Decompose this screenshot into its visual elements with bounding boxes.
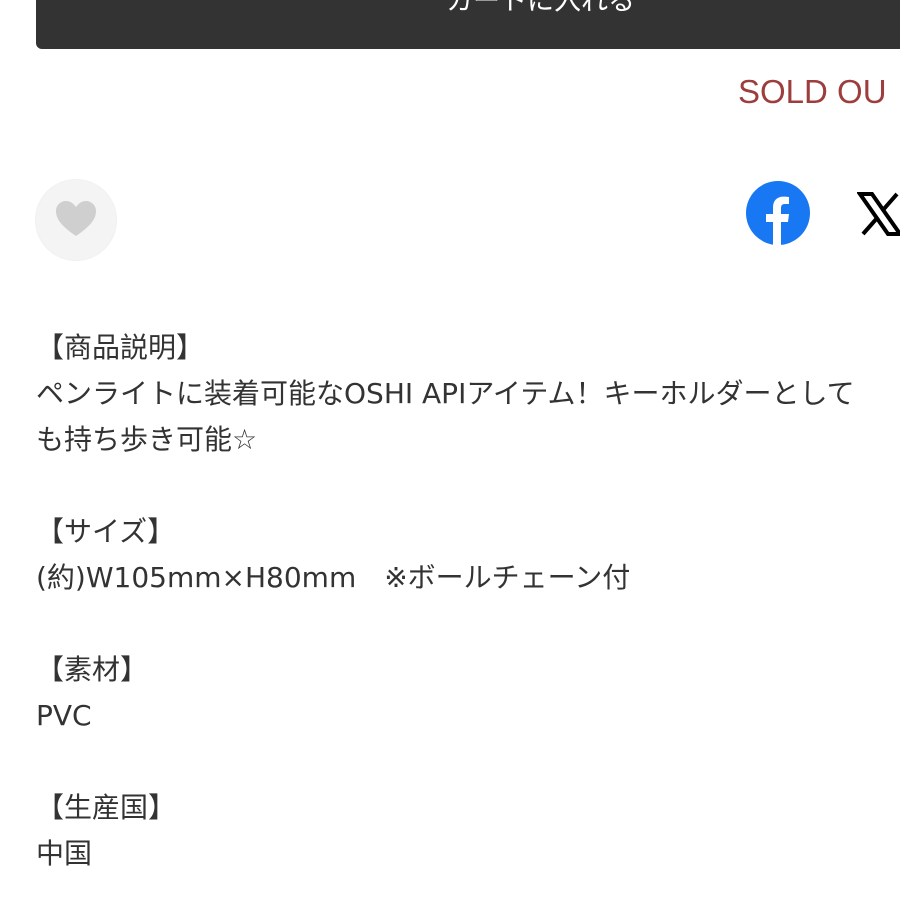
x-icon[interactable] [857,191,900,237]
description-line-1: ペンライトに装着可能なOSHI APIアイテム！キーホルダーとして [36,377,855,410]
sold-out-status: SOLD OU [738,73,887,110]
add-to-cart-label: カートに入れる [446,0,635,17]
facebook-icon[interactable] [745,180,811,246]
size-value: (約)W105mm×H80mm ※ボールチェーン付 [36,561,631,594]
size-heading: 【サイズ】 [36,515,176,548]
material-value: PVC [36,699,92,732]
favorite-button[interactable] [36,180,116,260]
material-heading: 【素材】 [36,653,149,686]
origin-heading: 【生産国】 [36,791,177,824]
origin-value: 中国 [36,837,93,870]
add-to-cart-button[interactable]: カートに入れる [36,0,900,49]
description-line-2: も持ち歩き可能☆ [36,423,258,456]
heart-icon [56,201,96,236]
description-heading: 【商品説明】 [36,331,205,364]
product-description: 【商品説明】 ペンライトに装着可能なOSHI APIアイテム！キーホルダーとして… [36,325,900,877]
